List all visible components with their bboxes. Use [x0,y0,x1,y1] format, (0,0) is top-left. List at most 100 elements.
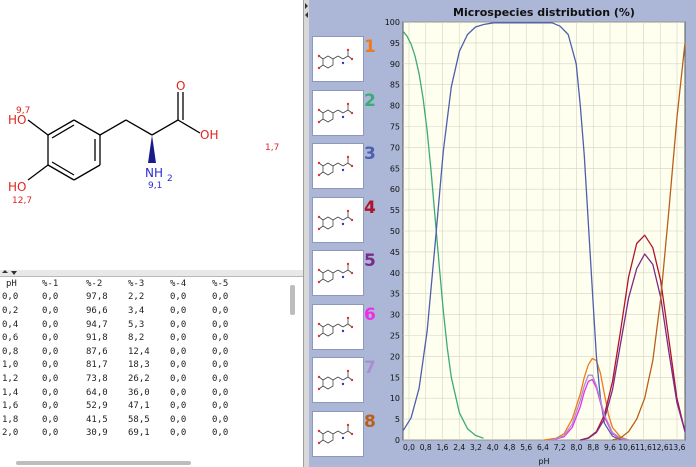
y-tick-label: 25 [390,332,400,341]
horizontal-splitter[interactable] [0,270,303,277]
table-row: 0,4 0,0 94,7 5,3 0,0 0,0 [0,318,252,332]
y-tick-label: 10 [390,394,400,403]
table-cell: 0,0 [170,373,187,384]
table-cell: 73,8 [86,373,108,384]
x-tick-label: 10,6 [618,443,635,452]
table-cell: 1,2 [2,373,19,384]
table-cell: 0,0 [212,360,229,371]
table-header-cell: pH [6,278,17,289]
table-horizontal-scrollbar[interactable] [16,461,191,465]
table-row: 1,8 0,0 41,5 58,5 0,0 0,0 [0,413,252,427]
table-cell: 0,0 [170,292,187,303]
table-row: 0,8 0,0 87,6 12,4 0,0 0,0 [0,345,252,359]
molecule-bonds [27,92,201,181]
table-row: 0,6 0,0 91,8 8,2 0,0 0,0 [0,331,252,345]
table-cell: 0,0 [212,346,229,357]
y-tick-label: 75 [390,123,400,132]
table-cell: 5,3 [128,319,145,330]
table-header-cell: %-2 [86,278,103,289]
y-tick-label: 65 [390,164,400,173]
table-header-cell: %-4 [170,278,187,289]
y-tick-label: 15 [390,373,400,382]
table-cell: 0,2 [2,305,19,316]
pka-oh-top: 9,7 [16,106,30,116]
table-cell: 0,6 [2,333,19,344]
x-tick-label: 12,6 [652,443,669,452]
microspecies-chart: Microspecies distribution (%) 0 5 10 15 20 25… [385,6,686,466]
x-tick-label: 1,6 [437,443,449,452]
table-header: pH %-1 %-2 %-3 %-4 %-5 [0,277,252,291]
table-cell: 97,8 [86,292,108,303]
collapse-arrows-icon[interactable] [2,270,22,276]
table-cell: 0,0 [170,333,187,344]
table-cell: 0,0 [42,346,59,357]
y-tick-label: 0 [395,436,400,445]
table-vertical-scrollbar[interactable] [290,285,295,315]
table-cell: 47,1 [128,401,150,412]
atom-nh2-subscript: 2 [167,174,173,184]
table-cell: 0,0 [170,346,187,357]
table-row: 0,0 0,0 97,8 2,2 0,0 0,0 [0,291,252,305]
x-tick-label: 0,8 [420,443,432,452]
x-tick-label: 8,0 [571,443,583,452]
table-cell: 2,2 [128,292,145,303]
table-cell: 0,0 [212,373,229,384]
table-cell: 0,0 [42,292,59,303]
table-cell: 8,2 [128,333,145,344]
table-header-cell: %-1 [42,278,59,289]
y-tick-label: 20 [390,352,400,361]
table-cell: 0,0 [212,292,229,303]
table-cell: 12,4 [128,346,150,357]
table-cell: 0,0 [42,319,59,330]
x-tick-label: 9,6 [604,443,616,452]
x-axis: 0,0 0,8 1,6 2,4 3,2 4,0 4,8 5,6 6,4 7,2 8,0 8,8 9,6 1… [403,443,686,452]
distribution-table: pH %-1 %-2 %-3 %-4 %-5 0,0 0,0 97,8 2,2 0,0 0,0 0,2… [0,277,303,467]
table-cell: 0,0 [170,428,187,439]
atom-o-carbonyl: O [176,79,185,93]
table-cell: 91,8 [86,333,108,344]
table-cell: 0,4 [2,319,19,330]
y-axis: 0 5 10 15 20 25 30 35 40 45 50 55 60 65 70 75 80 85 90 95 10… [385,18,400,445]
pka-acid: 1,7 [265,143,279,153]
x-tick-label: 7,2 [554,443,566,452]
y-tick-label: 45 [390,248,400,257]
y-tick-label: 90 [390,60,400,69]
chart-title: Microspecies distribution (%) [453,6,635,19]
table-row: 1,4 0,0 64,0 36,0 0,0 0,0 [0,386,252,400]
pka-nh2: 9,1 [148,181,162,191]
table-cell: 96,6 [86,305,108,316]
table-cell: 0,0 [170,319,187,330]
table-cell: 1,6 [2,401,19,412]
table-cell: 0,0 [42,401,59,412]
y-tick-label: 50 [390,227,400,236]
table-cell: 58,5 [128,414,150,425]
grid [403,21,685,441]
table-cell: 0,0 [42,414,59,425]
table-row: 1,2 0,0 73,8 26,2 0,0 0,0 [0,372,252,386]
table-cell: 0,0 [170,401,187,412]
table-cell: 26,2 [128,373,150,384]
table-cell: 30,9 [86,428,108,439]
table-cell: 0,0 [170,387,187,398]
table-cell: 69,1 [128,428,150,439]
table-cell: 0,0 [212,428,229,439]
table-cell: 0,0 [212,319,229,330]
x-tick-label: 13,6 [669,443,686,452]
x-tick-label: 4,0 [487,443,499,452]
table-cell: 1,4 [2,387,19,398]
y-tick-label: 55 [390,206,400,215]
table-cell: 0,0 [212,401,229,412]
y-tick-label: 70 [390,143,400,152]
x-tick-label: 8,8 [587,443,599,452]
table-cell: 0,0 [212,387,229,398]
table-header-cell: %-5 [212,278,229,289]
table-cell: 36,0 [128,387,150,398]
y-tick-label: 40 [390,269,400,278]
x-tick-label: 6,4 [537,443,549,452]
table-row: 1,6 0,0 52,9 47,1 0,0 0,0 [0,399,252,413]
y-tick-label: 5 [395,415,400,424]
atom-oh-bottom: HO [8,180,26,194]
wedge-bond [148,135,156,163]
table-cell: 0,0 [42,428,59,439]
y-tick-label: 35 [390,290,400,299]
